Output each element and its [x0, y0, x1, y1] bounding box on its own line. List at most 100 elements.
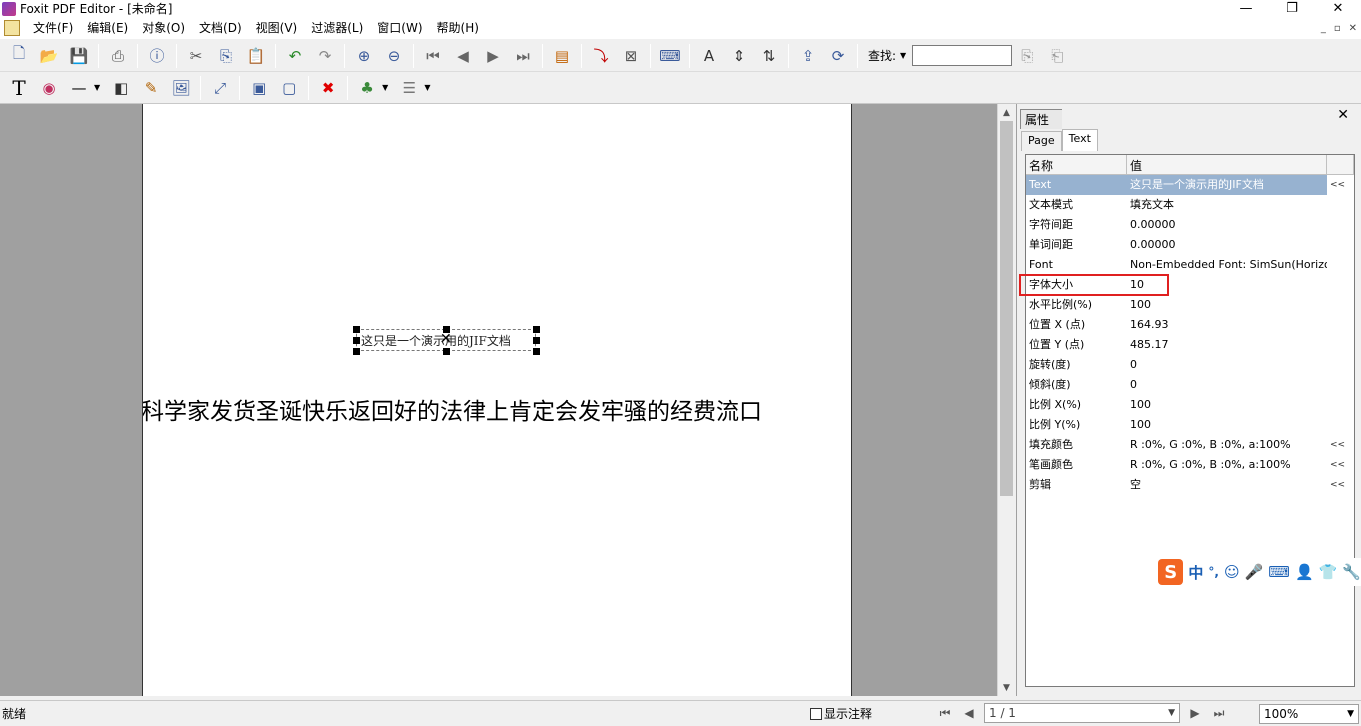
menu-file[interactable]: 文件(F)	[26, 17, 80, 39]
selected-text-content[interactable]: 这只是一个演示用的JIF文档	[361, 332, 511, 349]
open-folder-icon[interactable]: 📂	[36, 43, 62, 69]
property-value[interactable]: Non-Embedded Font: SimSun(Horizontal)	[1127, 255, 1327, 275]
redo-icon[interactable]: ↷	[312, 43, 338, 69]
property-value[interactable]: 100	[1127, 295, 1327, 315]
insert-page-icon[interactable]: ⤵	[588, 43, 614, 69]
zoom-select[interactable]: 100% ▼	[1259, 704, 1359, 724]
property-expand-button[interactable]	[1327, 415, 1354, 435]
property-row[interactable]: 文本模式 填充文本	[1026, 195, 1354, 215]
keyboard-icon[interactable]: ⌨	[657, 43, 683, 69]
body-text-object[interactable]: 科学家发货圣诞快乐返回好的法律上肯定会发牢骚的经费流口	[143, 392, 762, 426]
line-tool-icon[interactable]: —	[66, 75, 92, 101]
new-file-icon[interactable]: 🗋	[6, 43, 32, 69]
layers-dropdown-icon[interactable]: ▼	[382, 83, 388, 92]
align-icon[interactable]: ☰	[396, 75, 422, 101]
zoom-out-icon[interactable]: ⊖	[381, 43, 407, 69]
vertical-scrollbar[interactable]: ▲ ▼	[997, 104, 1015, 696]
property-row[interactable]: 位置 X (点) 164.93	[1026, 315, 1354, 335]
undo-icon[interactable]: ↶	[282, 43, 308, 69]
close-button[interactable]: ✕	[1315, 0, 1361, 17]
zoom-in-icon[interactable]: ⊕	[351, 43, 377, 69]
color-tool-icon[interactable]: ◉	[36, 75, 62, 101]
menu-edit[interactable]: 编辑(E)	[80, 17, 135, 39]
tab-text[interactable]: Text	[1061, 129, 1098, 151]
menu-view[interactable]: 视图(V)	[249, 17, 305, 39]
status-first-page-icon[interactable]: ⏮	[936, 703, 954, 723]
property-row[interactable]: 剪辑 空 <<	[1026, 475, 1354, 495]
property-expand-button[interactable]: <<	[1327, 435, 1354, 455]
resize-handle-ml[interactable]	[353, 337, 360, 344]
property-expand-button[interactable]	[1327, 315, 1354, 335]
ime-mode[interactable]: 中	[1188, 562, 1203, 583]
property-expand-button[interactable]	[1327, 215, 1354, 235]
user-icon[interactable]: 👤	[1295, 563, 1314, 581]
save-icon[interactable]: 💾	[66, 43, 92, 69]
property-value[interactable]: 164.93	[1127, 315, 1327, 335]
menu-filter[interactable]: 过滤器(L)	[304, 17, 370, 39]
align-dropdown-icon[interactable]: ▼	[424, 83, 430, 92]
resize-handle-tm[interactable]	[443, 326, 450, 333]
property-value[interactable]: 填充文本	[1127, 195, 1327, 215]
property-row[interactable]: 位置 Y (点) 485.17	[1026, 335, 1354, 355]
sogou-logo-icon[interactable]: S	[1158, 559, 1184, 585]
status-prev-page-icon[interactable]: ◀	[960, 703, 978, 723]
emoji-icon[interactable]: ☺	[1224, 563, 1240, 581]
ungroup-icon[interactable]: ▢	[276, 75, 302, 101]
selected-text-object[interactable]: 这只是一个演示用的JIF文档 ✕	[353, 326, 540, 355]
resize-handle-mr[interactable]	[533, 337, 540, 344]
cut-icon[interactable]: ✂	[183, 43, 209, 69]
property-expand-button[interactable]	[1327, 335, 1354, 355]
show-annotations-checkbox[interactable]	[810, 707, 822, 720]
delete-page-icon[interactable]: ⊠	[618, 43, 644, 69]
mdi-restore-button[interactable]: ▫	[1334, 23, 1341, 34]
move-handle-icon[interactable]: ✕	[440, 332, 452, 346]
transform-icon[interactable]: ⤢	[207, 75, 233, 101]
property-expand-button[interactable]	[1327, 195, 1354, 215]
property-row[interactable]: 倾斜(度) 0	[1026, 375, 1354, 395]
shape-tool-icon[interactable]: ◧	[108, 75, 134, 101]
property-value[interactable]: 100	[1127, 395, 1327, 415]
group-icon[interactable]: ▣	[246, 75, 272, 101]
keyboard-icon[interactable]: ⌨	[1268, 563, 1290, 581]
property-row[interactable]: 比例 X(%) 100	[1026, 395, 1354, 415]
property-row[interactable]: 单词间距 0.00000	[1026, 235, 1354, 255]
property-expand-button[interactable]: <<	[1327, 455, 1354, 475]
layers-icon[interactable]: ♣	[354, 75, 380, 101]
property-value[interactable]: R :0%, G :0%, B :0%, a:100%	[1127, 455, 1327, 475]
property-value[interactable]: R :0%, G :0%, B :0%, a:100%	[1127, 435, 1327, 455]
resize-handle-bm[interactable]	[443, 348, 450, 355]
property-value[interactable]: 0	[1127, 375, 1327, 395]
scroll-up-icon[interactable]: ▲	[998, 104, 1015, 121]
resize-handle-br[interactable]	[533, 348, 540, 355]
property-expand-button[interactable]	[1327, 375, 1354, 395]
find-dropdown-icon[interactable]: ▼	[900, 51, 906, 60]
ime-punct[interactable]: °,	[1208, 565, 1219, 579]
resize-handle-tr[interactable]	[533, 326, 540, 333]
microphone-icon[interactable]: 🎤	[1245, 563, 1264, 581]
property-expand-button[interactable]: <<	[1327, 475, 1354, 495]
property-expand-button[interactable]	[1327, 275, 1354, 295]
image-tool-icon[interactable]: 🖼	[168, 75, 194, 101]
next-page-icon[interactable]: ▶	[480, 43, 506, 69]
property-expand-button[interactable]	[1327, 395, 1354, 415]
property-row[interactable]: 字符间距 0.00000	[1026, 215, 1354, 235]
property-expand-button[interactable]	[1327, 235, 1354, 255]
settings-wrench-icon[interactable]: 🔧	[1342, 563, 1361, 581]
find-input[interactable]	[912, 45, 1013, 66]
resize-handle-tl[interactable]	[353, 326, 360, 333]
menu-document[interactable]: 文档(D)	[192, 17, 249, 39]
property-row[interactable]: Font Non-Embedded Font: SimSun(Horizontal…	[1026, 255, 1354, 275]
export-icon[interactable]: ⇪	[795, 43, 821, 69]
property-value[interactable]: 485.17	[1127, 335, 1327, 355]
edit-object-icon[interactable]: ✎	[138, 75, 164, 101]
property-row[interactable]: 旋转(度) 0	[1026, 355, 1354, 375]
property-value[interactable]: 空	[1127, 475, 1327, 495]
paste-icon[interactable]: 📋	[243, 43, 269, 69]
property-row[interactable]: 笔画颜色 R :0%, G :0%, B :0%, a:100% <<	[1026, 455, 1354, 475]
property-value[interactable]: 这只是一个演示用的JIF文档	[1127, 175, 1327, 195]
property-row[interactable]: 水平比例(%) 100	[1026, 295, 1354, 315]
mdi-close-button[interactable]: ✕	[1349, 23, 1357, 34]
tab-page[interactable]: Page	[1021, 131, 1062, 151]
page-properties-icon[interactable]: ▤	[549, 43, 575, 69]
text-vertical-icon[interactable]: ⇕	[726, 43, 752, 69]
